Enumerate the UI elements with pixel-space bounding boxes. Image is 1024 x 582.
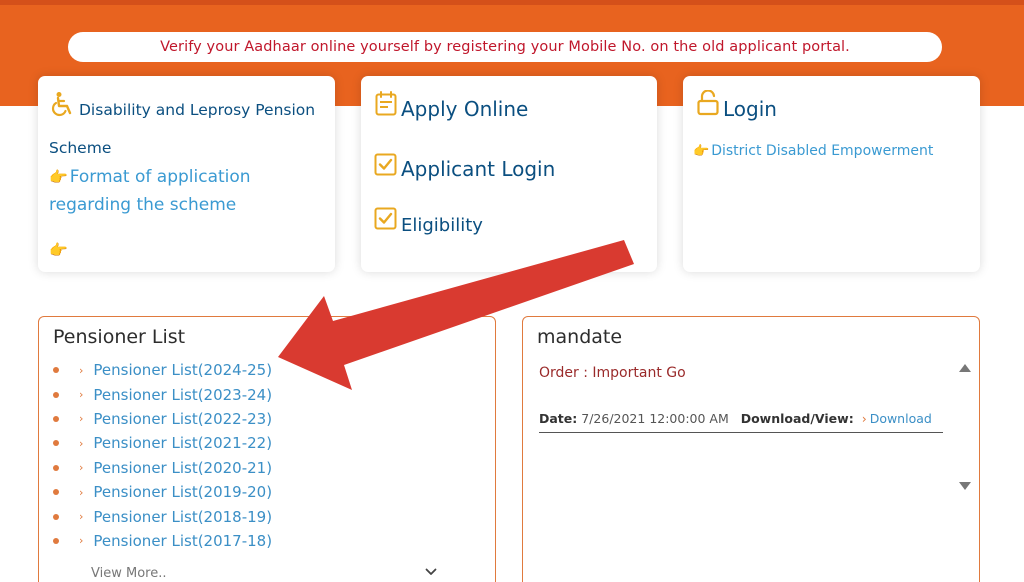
date-value: 7/26/2021 12:00:00 AM xyxy=(581,411,729,426)
chevron-right-icon: › xyxy=(79,461,84,475)
pointing-hand-icon: 👉 xyxy=(693,144,710,159)
pensioner-list-title: Pensioner List xyxy=(53,326,186,348)
view-more-link[interactable]: View More.. xyxy=(91,566,166,581)
header-topline xyxy=(0,0,1024,5)
unlock-icon xyxy=(697,90,719,116)
eligibility-link[interactable]: Eligibility xyxy=(401,215,483,236)
mandate-meta-row: Date: 7/26/2021 12:00:00 AM Download/Vie… xyxy=(539,411,943,433)
chevron-right-icon: › xyxy=(79,388,84,402)
pointing-hand-icon: 👉 xyxy=(49,168,68,186)
list-item[interactable]: › Pensioner List(2019-20) xyxy=(53,480,272,504)
chevron-down-icon[interactable] xyxy=(425,568,437,576)
pensioner-list: › Pensioner List(2024-25) › Pensioner List… xyxy=(53,358,272,553)
bullet-icon xyxy=(53,415,59,422)
chevron-right-icon: › xyxy=(79,485,84,499)
mandate-title: mandate xyxy=(537,326,623,348)
chevron-right-icon: › xyxy=(861,411,867,426)
list-item[interactable]: › Pensioner List(2021-22) xyxy=(53,431,272,455)
aadhaar-notice-text: Verify your Aadhaar online yourself by r… xyxy=(160,39,850,55)
pointing-hand-icon[interactable]: 👉 xyxy=(49,241,68,259)
bullet-icon xyxy=(53,537,59,544)
bullet-icon xyxy=(53,489,59,496)
chevron-right-icon: › xyxy=(79,412,84,426)
aadhaar-notice[interactable]: Verify your Aadhaar online yourself by r… xyxy=(68,32,942,62)
date-label: Date: xyxy=(539,411,578,426)
download-link[interactable]: Download xyxy=(870,411,932,426)
form-icon xyxy=(375,91,397,116)
pensioner-list-panel: Pensioner List › Pensioner List(2024-25) … xyxy=(38,316,496,582)
list-item[interactable]: › Pensioner List(2023-24) xyxy=(53,382,272,406)
list-item[interactable]: › Pensioner List(2018-19) xyxy=(53,504,272,528)
scheme-card: Disability and Leprosy Pension Scheme 👉 F… xyxy=(38,76,335,272)
checkbox-icon xyxy=(374,153,397,176)
mandate-panel: mandate Order : Important Go Date: 7/26/… xyxy=(522,316,980,582)
order-link[interactable]: Order : Important Go xyxy=(539,365,686,381)
wheelchair-icon xyxy=(51,92,72,117)
district-empowerment-link[interactable]: 👉 District Disabled Empowerment xyxy=(693,143,933,159)
bullet-icon xyxy=(53,513,59,520)
list-item[interactable]: › Pensioner List(2022-23) xyxy=(53,407,272,431)
login-link[interactable]: Login xyxy=(723,97,777,121)
chevron-right-icon: › xyxy=(79,534,84,548)
scheme-format-link[interactable]: 👉 Format of application regarding the sch… xyxy=(49,163,251,219)
bullet-icon xyxy=(53,464,59,471)
list-item[interactable]: › Pensioner List(2017-18) xyxy=(53,529,272,553)
scheme-card-title: Disability and Leprosy Pension xyxy=(79,101,316,119)
chevron-right-icon: › xyxy=(79,510,84,524)
apply-online-link[interactable]: Apply Online xyxy=(401,97,528,121)
list-item[interactable]: › Pensioner List(2020-21) xyxy=(53,456,272,480)
scroll-up-icon[interactable] xyxy=(958,363,972,373)
apply-card: Apply Online Applicant Login Eligibility xyxy=(361,76,657,272)
checkbox-icon xyxy=(374,207,397,230)
bullet-icon xyxy=(53,391,59,398)
applicant-login-link[interactable]: Applicant Login xyxy=(401,157,555,181)
download-label: Download/View: xyxy=(740,411,854,426)
bullet-icon xyxy=(53,440,59,447)
list-item[interactable]: › Pensioner List(2024-25) xyxy=(53,358,272,382)
chevron-right-icon: › xyxy=(79,436,84,450)
scheme-card-subtitle: Scheme xyxy=(49,139,112,157)
bullet-icon xyxy=(53,367,59,374)
scroll-down-icon[interactable] xyxy=(958,481,972,491)
login-card: Login 👉 District Disabled Empowerment xyxy=(683,76,980,272)
chevron-right-icon: › xyxy=(79,363,84,377)
